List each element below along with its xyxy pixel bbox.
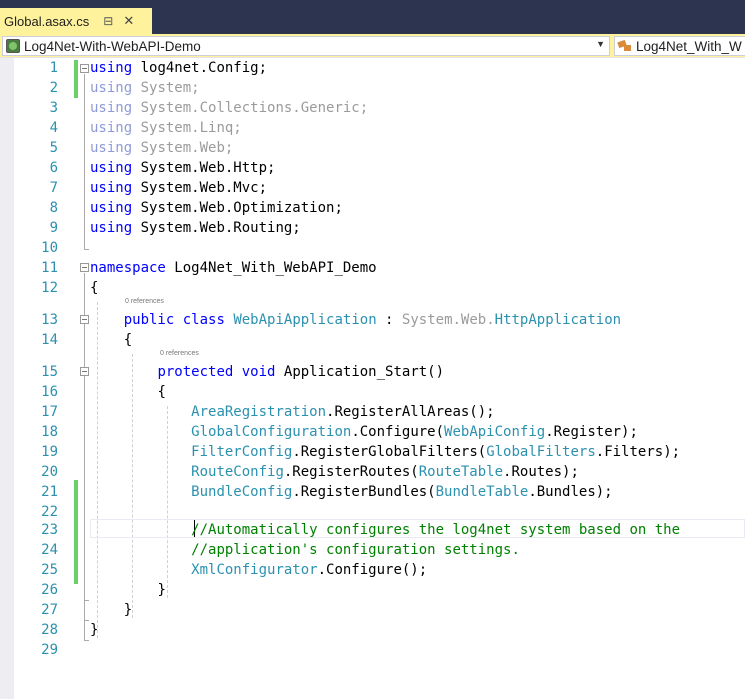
line-number: 24 [41,542,58,558]
code-line: 12{ [14,278,745,298]
code-line: 1 using log4net.Config; [14,58,745,78]
line-number: 6 [49,160,58,176]
code-line: 13 public class WebApiApplication : Syst… [14,310,745,330]
code-line: 2 using System; [14,78,745,98]
code-line: 10 [14,238,745,258]
code-line: 17 AreaRegistration.RegisterAllAreas(); [14,402,745,422]
code-line: 27 } [14,600,745,620]
code-line: 23 //Automatically configures the log4ne… [14,520,745,540]
code-line: 18 GlobalConfiguration.Configure(WebApiC… [14,422,745,442]
code-line: 29 [14,640,745,660]
document-tab-well: Global.asax.cs ⊟ ✕ [0,0,745,34]
code-line: 8 using System.Web.Optimization; [14,198,745,218]
code-line: 14 { [14,330,745,350]
type-dropdown[interactable]: Log4Net_With_W [614,36,745,56]
code-line: 20 RouteConfig.RegisterRoutes(RouteTable… [14,462,745,482]
line-number: 15 [41,364,58,380]
code-line: 16 { [14,382,745,402]
line-number: 7 [49,180,58,196]
pin-icon[interactable]: ⊟ [103,14,113,28]
project-dropdown-value: Log4Net-With-WebAPI-Demo [24,38,201,54]
line-number: 13 [41,312,58,328]
project-dropdown[interactable]: Log4Net-With-WebAPI-Demo ▼ [2,36,610,56]
line-number: 5 [49,140,58,156]
editor-margin [0,58,14,699]
code-line: 26 } [14,580,745,600]
code-line: 7 using System.Web.Mvc; [14,178,745,198]
code-line: 11 namespace Log4Net_With_WebAPI_Demo [14,258,745,278]
csharp-project-icon [6,39,20,53]
line-number: 3 [49,100,58,116]
code-lens-references[interactable]: 0 references [125,298,164,305]
code-line: 4 using System.Linq; [14,118,745,138]
code-editor[interactable]: 0 references 0 references 1 using log4net… [14,58,745,699]
line-number: 20 [41,464,58,480]
line-number: 17 [41,404,58,420]
line-number: 10 [41,240,58,256]
tab-title: Global.asax.cs [4,13,90,29]
code-line: 5 using System.Web; [14,138,745,158]
line-number: 18 [41,424,58,440]
code-line: 21 BundleConfig.RegisterBundles(BundleTa… [14,482,745,502]
line-number: 22 [41,504,58,520]
code-line: 15 protected void Application_Start() [14,362,745,382]
code-line: 9 using System.Web.Routing; [14,218,745,238]
line-number: 12 [41,280,58,296]
line-number: 14 [41,332,58,348]
code-line: 22 [14,502,745,522]
line-number: 2 [49,80,58,96]
code-line: 28} [14,620,745,640]
line-number: 4 [49,120,58,136]
line-number: 9 [49,220,58,236]
line-number: 16 [41,384,58,400]
code-line: 6 using System.Web.Http; [14,158,745,178]
close-icon[interactable]: ✕ [123,13,134,29]
line-number: 29 [41,642,58,658]
code-lens-references[interactable]: 0 references [160,350,199,357]
line-number: 25 [41,562,58,578]
line-number: 27 [41,602,58,618]
code-line: 19 FilterConfig.RegisterGlobalFilters(Gl… [14,442,745,462]
type-dropdown-value: Log4Net_With_W [636,38,742,54]
line-number: 8 [49,200,58,216]
code-line: 3 using System.Collections.Generic; [14,98,745,118]
line-number: 11 [41,260,58,276]
code-line: 25 XmlConfigurator.Configure(); [14,560,745,580]
code-line: 24 //application's configuration setting… [14,540,745,560]
line-number: 26 [41,582,58,598]
line-number: 21 [41,484,58,500]
line-number: 23 [41,522,58,538]
line-number: 19 [41,444,58,460]
namespace-class-icon [618,39,632,53]
line-number: 1 [49,60,58,76]
navigation-bar: Log4Net-With-WebAPI-Demo ▼ Log4Net_With_… [0,34,745,58]
line-number: 28 [41,622,58,638]
document-tab-global-asax-cs[interactable]: Global.asax.cs ⊟ ✕ [0,8,152,34]
chevron-down-icon[interactable]: ▼ [596,39,605,49]
